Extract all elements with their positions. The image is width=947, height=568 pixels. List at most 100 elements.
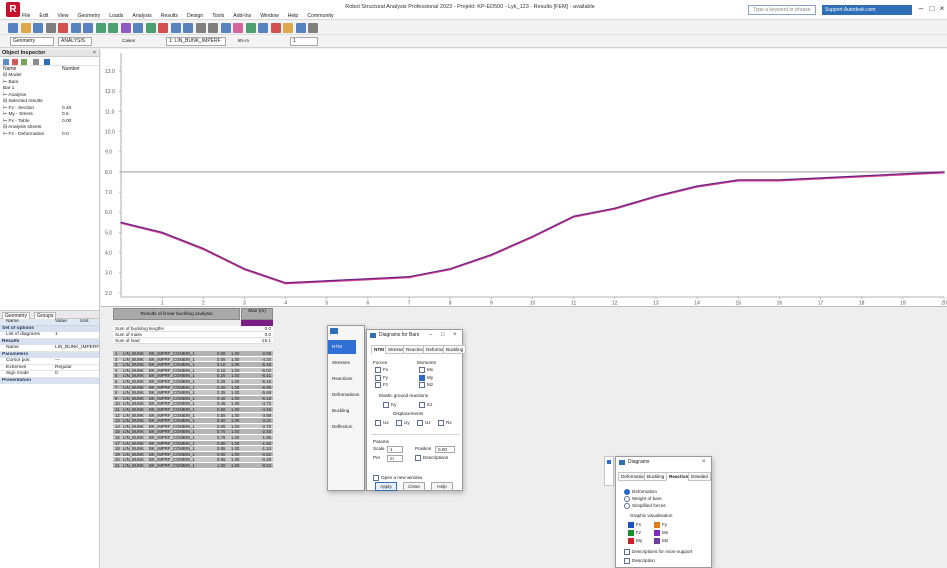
side-item-ntm[interactable]: NTM [328,340,356,354]
print-icon[interactable] [45,23,56,33]
new-window-checkbox[interactable] [373,475,379,481]
maximize-dialog-button[interactable]: □ [441,330,445,341]
menu-analysis[interactable]: Analysis [132,13,151,19]
menu-results[interactable]: Results [161,13,178,19]
diagram-icon[interactable] [245,23,256,33]
close-button[interactable]: Close [403,482,425,491]
structure-type-select[interactable]: ANALYSIS [58,37,92,46]
close-dialog-button[interactable]: × [453,330,457,341]
elastic-kz-checkbox[interactable] [419,402,425,408]
extra-select[interactable]: 1 [290,37,318,46]
calc-icon[interactable] [270,23,281,33]
new-icon[interactable] [8,23,18,33]
side-item-buckling[interactable]: Buckling [328,404,356,418]
view3d-icon[interactable] [295,23,306,33]
disp-ux-checkbox[interactable] [375,420,381,426]
results-icon[interactable] [233,23,243,33]
paste-icon[interactable] [83,23,93,33]
menu-file[interactable]: File [22,13,30,19]
apply-button[interactable]: Apply [375,482,397,491]
support-desc-checkbox[interactable] [624,549,630,555]
copy-icon[interactable] [70,23,81,33]
bars-icon[interactable] [120,23,131,33]
zoom-window-icon[interactable] [183,23,193,33]
side-tab-buckling[interactable]: Buckling [644,472,668,481]
menu-tools[interactable]: Tools [212,13,224,19]
dock-strip[interactable] [604,456,614,486]
moment-mz-checkbox[interactable] [419,382,425,388]
color-swatch[interactable] [654,522,660,528]
collapse-icon[interactable] [12,59,18,65]
redo-icon[interactable] [108,23,118,33]
side-item-deformations[interactable]: Deformations [328,388,359,402]
moment-mx-checkbox[interactable] [419,367,425,373]
menu-edit[interactable]: Edit [39,13,48,19]
select-icon[interactable] [220,23,231,33]
disp-rx-checkbox[interactable] [438,420,444,426]
disp-uy-checkbox[interactable] [396,420,402,426]
dock-icon[interactable] [330,328,338,334]
cases-select[interactable]: 1: LIN_BUNK_IMPERF [166,37,226,46]
menu-help[interactable]: Help [288,13,299,19]
side-item-deflection[interactable]: Deflection [328,420,356,434]
property-row[interactable]: Sign mode 0 [0,371,99,378]
settings-icon[interactable] [44,59,50,65]
filter-icon[interactable] [3,59,9,65]
rotate-icon[interactable] [208,23,218,33]
minimize-dialog-button[interactable]: – [429,330,432,341]
help-button[interactable]: Help [431,482,453,491]
pan-icon[interactable] [195,23,206,33]
save-icon[interactable] [33,23,43,33]
maximize-button[interactable]: □ [927,3,937,15]
menu-loads[interactable]: Loads [109,13,123,19]
table-icon[interactable] [258,23,268,33]
supports-icon[interactable] [145,23,156,33]
loads-icon[interactable] [158,23,168,33]
menu-window[interactable]: Window [260,13,278,19]
menu-design[interactable]: Design [187,13,203,19]
close-icon[interactable]: × [93,49,96,57]
zoom-icon[interactable] [170,23,181,33]
side-option-radio[interactable] [624,496,630,502]
side-option-radio[interactable] [624,489,630,495]
pin-icon[interactable] [607,460,611,464]
description-checkbox[interactable] [624,558,630,564]
layout-select[interactable]: Geometry [10,37,54,46]
search-icon[interactable] [33,59,39,65]
account-button[interactable]: Support.Autodesk.com [822,5,912,15]
property-row[interactable]: List of diagrams 1 [0,332,99,339]
close-side-dialog-button[interactable]: × [702,457,706,468]
side-item-stresses[interactable]: Stresses [328,356,356,370]
descriptions-checkbox[interactable] [415,455,421,461]
expand-icon[interactable] [21,59,27,65]
diagram-view[interactable]: 2.0 3.0 4.0 5.0 6.0 7.0 8.0 9.0 10.0 11.0 12.0 13.0… [101,49,947,307]
side-tab-detailed[interactable]: Detailed [688,472,711,481]
scale-input[interactable]: 1 [387,446,403,453]
moment-my-checkbox[interactable] [419,374,425,381]
force-fz-checkbox[interactable] [375,382,381,388]
layers-icon[interactable] [283,23,293,33]
minimize-button[interactable]: – [916,3,926,15]
color-swatch[interactable] [654,538,660,544]
close-window-button[interactable]: × [937,3,947,15]
color-swatch[interactable] [628,538,634,544]
position-input[interactable]: 0.00 [435,446,455,453]
property-row[interactable]: Name LIN_BUNK_IMPERF [0,345,99,352]
property-group-header[interactable]: Presentation [0,377,99,384]
tree-item[interactable]: ⊢ Fz - Deformation 0.0 [0,132,99,139]
open-icon[interactable] [20,23,31,33]
help-search-input[interactable]: Type a keyword or phrase [748,5,816,15]
side-option-radio[interactable] [624,503,630,509]
table-row[interactable]: 21 LIN_BUNK BK_IMPRF_COMBIN_1 1.00 1.00 -0.04 [113,463,273,469]
force-fy-checkbox[interactable] [375,374,381,381]
tab-buckling[interactable]: Buckling [443,345,467,354]
cut-icon[interactable] [58,23,68,33]
force-fx-checkbox[interactable] [375,367,381,373]
menu-add-ins[interactable]: Add-Ins [233,13,251,19]
menu-geometry[interactable]: Geometry [77,13,100,19]
nodes-icon[interactable] [133,23,143,33]
menu-view[interactable]: View [57,13,68,19]
color-swatch[interactable] [654,530,660,536]
color-swatch[interactable] [628,522,634,528]
menu-community[interactable]: Community [307,13,333,19]
